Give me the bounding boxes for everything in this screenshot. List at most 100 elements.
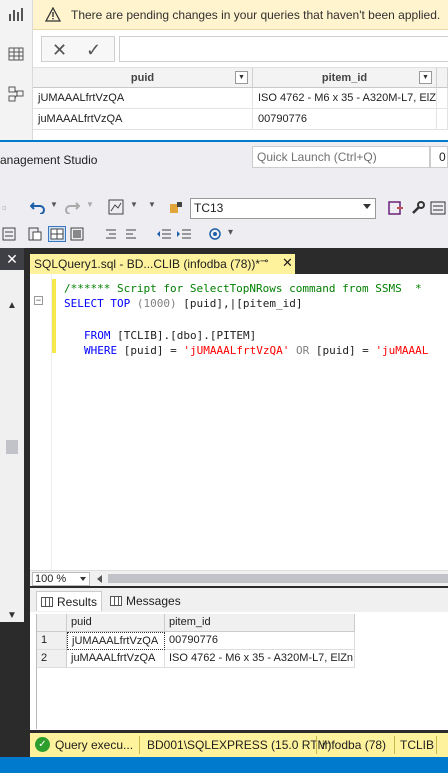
messages-icon — [110, 596, 122, 606]
object-explorer-strip: ▲ ▼ — [0, 250, 24, 622]
pq-cell[interactable]: jUMAAALfrtVzQA — [33, 88, 253, 109]
toolbar-dropdown-icon[interactable]: ▼ — [148, 200, 156, 209]
column-pitem-id: [pitem_id] — [236, 297, 303, 310]
results-cell[interactable]: jUMAAALfrtVzQA — [67, 632, 165, 650]
row-number[interactable]: 2 — [37, 650, 67, 668]
chevron-down-icon — [363, 204, 371, 209]
formula-input[interactable] — [119, 36, 448, 62]
filter-dropdown-icon[interactable]: ▼ — [235, 71, 248, 84]
results-tab-strip: Results Messages — [30, 588, 448, 612]
change-tracking-bar — [52, 279, 56, 353]
status-state: Query execu... — [55, 738, 134, 752]
document-tab-label: SQLQuery1.sql - BD...CLIB (infodba (78))… — [34, 257, 261, 271]
window-title: anagement Studio — [0, 153, 98, 167]
pq-column-header-more[interactable] — [437, 68, 448, 88]
comment-out-icon[interactable] — [104, 227, 118, 241]
editor-margin: − — [30, 274, 52, 570]
zoom-select[interactable]: 100 % — [32, 572, 90, 586]
where-column: [puid] = — [315, 344, 376, 357]
divider — [316, 736, 317, 754]
pq-cell[interactable]: ISO 4762 - M6 x 35 - A320M-L7, ElZn — [253, 88, 437, 109]
pin-icon[interactable]: ⊸ — [260, 256, 268, 267]
pq-column-label: pitem_id — [321, 72, 368, 84]
undo-dropdown-icon[interactable]: ▼ — [50, 200, 58, 209]
tab-messages-label: Messages — [126, 594, 181, 608]
editor-zoom-bar: 100 % — [30, 570, 448, 586]
query-document-tab[interactable]: SQLQuery1.sql - BD...CLIB (infodba (78))… — [30, 254, 295, 274]
uncomment-icon[interactable] — [124, 227, 138, 241]
results-to-grid-icon[interactable] — [48, 226, 66, 242]
pq-data-grid: puid ▼ pitem_id ▼ jUMAAALfrtVzQA ISO 476… — [33, 68, 448, 140]
toolbar-overflow-icon[interactable]: ▾ — [228, 227, 233, 238]
quick-launch-input[interactable]: Quick Launch (Ctrl+Q) — [252, 146, 430, 168]
results-cell[interactable]: ISO 4762 - M6 x 35 - A320M-L7, ElZn — [165, 650, 355, 668]
toolbar-dropdown-icon[interactable]: ▼ — [130, 200, 138, 209]
results-cell[interactable]: 00790776 — [165, 632, 355, 650]
tab-results[interactable]: Results — [36, 591, 103, 611]
activity-monitor-icon[interactable] — [108, 199, 124, 215]
increase-indent-icon[interactable] — [176, 227, 192, 241]
results-column-header-puid[interactable]: puid — [67, 614, 165, 632]
decrease-indent-icon[interactable] — [156, 227, 172, 241]
pq-cell[interactable] — [437, 109, 448, 130]
database-plug-icon[interactable] — [168, 199, 184, 215]
paste-icon[interactable]: ▫ — [2, 200, 7, 215]
formula-buttons: ✕ ✓ — [41, 36, 115, 62]
query-toolbar: ▾ — [0, 224, 448, 246]
display-plan-icon[interactable] — [28, 227, 42, 241]
column-puid: [puid], — [176, 297, 230, 310]
query-editor[interactable]: − /****** Script for SelectTopNRows comm… — [30, 274, 448, 570]
quick-launch-overflow[interactable]: 0 — [430, 146, 448, 168]
formula-bar: ✕ ✓ — [33, 30, 448, 68]
vertical-scroll-thumb[interactable] — [6, 440, 18, 454]
filter-dropdown-icon[interactable]: ▼ — [419, 71, 432, 84]
pq-column-label: puid — [130, 72, 155, 84]
tab-results-label: Results — [57, 595, 98, 609]
row-number[interactable]: 1 — [37, 632, 67, 650]
close-pane-icon[interactable]: ✕ — [0, 248, 24, 270]
pq-cell[interactable]: juMAAALfrtVzQA — [33, 109, 253, 130]
divider — [436, 736, 437, 754]
results-cell[interactable]: juMAAALfrtVzQA — [67, 650, 165, 668]
tab-messages[interactable]: Messages — [106, 591, 185, 611]
collapse-region-icon[interactable]: − — [34, 296, 43, 305]
chevron-down-icon[interactable]: ▼ — [7, 610, 17, 621]
warning-icon — [45, 7, 61, 22]
pq-column-header-pitem-id[interactable]: pitem_id ▼ — [253, 68, 437, 88]
pending-changes-banner: There are pending changes in your querie… — [33, 0, 448, 30]
chevron-up-icon[interactable]: ▲ — [7, 300, 17, 311]
status-database: TCLIB — [400, 738, 435, 752]
pq-column-header-puid[interactable]: puid ▼ — [33, 68, 253, 88]
wrench-icon[interactable] — [410, 200, 426, 216]
model-view-icon[interactable] — [8, 86, 24, 102]
selected-database: TC13 — [194, 201, 224, 215]
options-icon[interactable] — [430, 200, 446, 216]
results-to-text-icon[interactable] — [2, 227, 16, 241]
code-line-4: WHERE [puid] = 'jUMAAALfrtVzQA' OR [puid… — [84, 344, 428, 357]
top-count: (1000) — [136, 297, 177, 310]
check-icon: ✓ — [35, 737, 50, 752]
keyword-from: FROM — [84, 329, 111, 342]
specify-template-values-icon[interactable] — [206, 227, 224, 241]
pq-cell[interactable]: 00790776 — [253, 109, 437, 130]
redo-dropdown-icon[interactable]: ▼ — [86, 200, 94, 209]
redo-icon[interactable] — [64, 200, 80, 214]
cancel-formula-icon[interactable]: ✕ — [52, 40, 67, 61]
ssms-window: anagement Studio Quick Launch (Ctrl+Q) 0… — [0, 140, 448, 773]
available-databases-select[interactable]: TC13 — [190, 198, 376, 219]
pq-cell[interactable] — [437, 88, 448, 109]
ide-status-bar — [0, 757, 448, 773]
close-tab-icon[interactable]: ✕ — [282, 255, 293, 271]
string-literal: 'jUMAAALfrtVzQA' — [183, 344, 290, 357]
horizontal-scroll-thumb[interactable] — [108, 574, 448, 583]
results-column-header-pitem-id[interactable]: pitem_id — [165, 614, 355, 632]
scroll-left-icon[interactable] — [97, 575, 102, 583]
keyword-select: SELECT — [64, 297, 104, 310]
string-literal: 'juMAAAL — [375, 344, 429, 357]
undo-icon[interactable] — [30, 200, 46, 214]
execute-report-icon[interactable] — [388, 200, 404, 216]
chart-view-icon[interactable] — [8, 6, 24, 22]
commit-formula-icon[interactable]: ✓ — [86, 40, 101, 61]
table-view-icon[interactable] — [8, 46, 24, 62]
results-to-file-icon[interactable] — [70, 227, 84, 241]
